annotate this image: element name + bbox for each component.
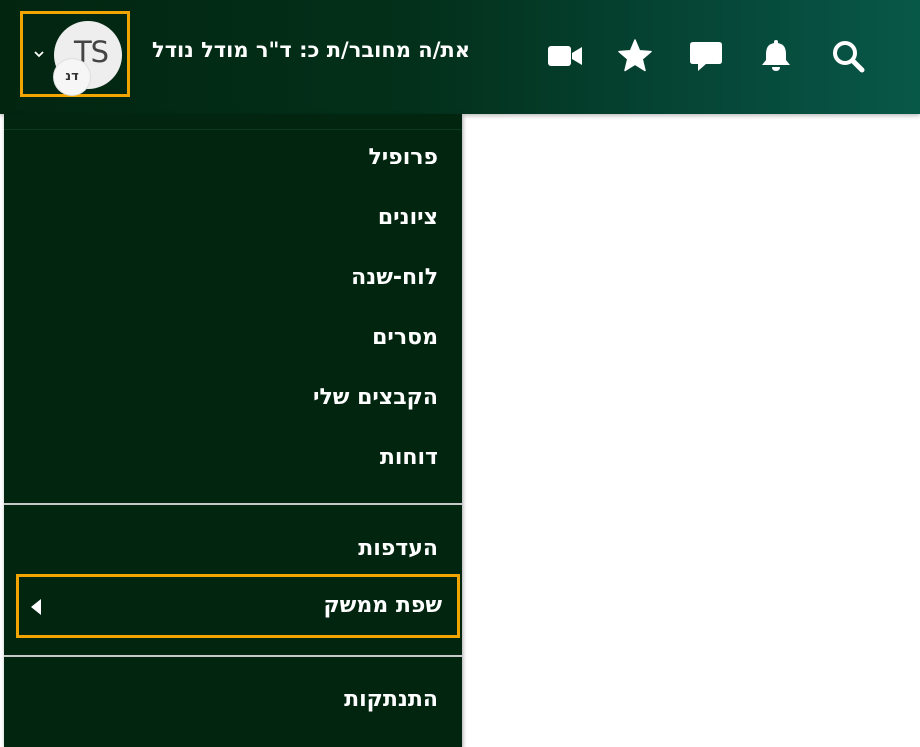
menu-divider	[4, 655, 462, 657]
menu-item-profile[interactable]: פרופיל	[368, 145, 438, 170]
menu-item-my-files[interactable]: הקבצים שלי	[313, 385, 438, 410]
bell-icon	[762, 40, 790, 71]
menu-item-logout[interactable]: התנתקות	[344, 687, 438, 712]
language-label: שפת ממשק	[323, 593, 442, 618]
chevron-down-icon	[34, 51, 44, 58]
menu-item-messages[interactable]: מסרים	[372, 325, 438, 350]
connected-as-text: את/ה מחובר/ת כ: ד"ר מודל נודל	[152, 38, 471, 62]
chat-icon	[690, 42, 722, 71]
search-button[interactable]	[828, 36, 868, 76]
menu-item-preferences[interactable]: העדפות	[358, 536, 438, 561]
menu-item-reports[interactable]: דוחות	[380, 445, 438, 470]
video-icon	[548, 46, 582, 66]
menu-item-grades[interactable]: ציונים	[378, 205, 438, 230]
menu-item-language[interactable]: שפת ממשק	[16, 574, 460, 638]
star-icon	[618, 39, 652, 72]
favorites-button[interactable]	[615, 36, 655, 76]
user-dropdown-menu: פרופיל ציונים לוח-שנה מסרים הקבצים שלי ד…	[4, 114, 462, 747]
menu-top-separator	[4, 129, 462, 130]
caret-left-icon	[31, 599, 41, 615]
avatar-badge: דנ	[54, 59, 90, 95]
top-navbar: TS דנ את/ה מחובר/ת כ: ד"ר מודל נודל	[0, 0, 920, 114]
video-button[interactable]	[545, 36, 585, 76]
user-menu-toggle[interactable]: TS דנ	[20, 11, 130, 97]
menu-divider	[4, 503, 462, 505]
notifications-button[interactable]	[756, 36, 796, 76]
messages-button[interactable]	[686, 36, 726, 76]
search-icon	[833, 41, 865, 73]
menu-item-calendar[interactable]: לוח-שנה	[351, 265, 438, 290]
